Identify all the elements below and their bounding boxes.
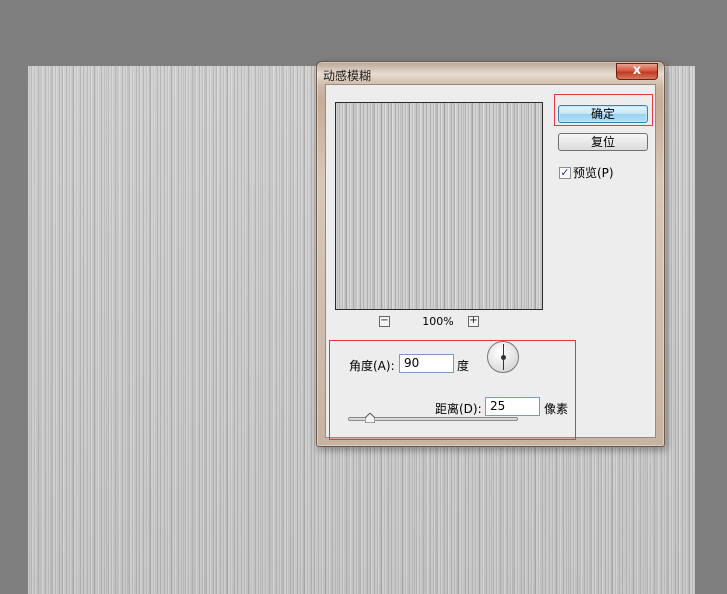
reset-button[interactable]: 复位 [558, 133, 648, 151]
close-button[interactable]: x [616, 63, 658, 80]
angle-dial-center [501, 355, 506, 360]
distance-unit: 像素 [544, 402, 569, 416]
angle-input[interactable]: 90 [399, 354, 454, 373]
distance-slider-thumb[interactable] [365, 413, 376, 423]
angle-unit: 度 [457, 359, 470, 373]
angle-label: 角度(A): [349, 359, 395, 373]
angle-dial[interactable] [487, 341, 519, 373]
distance-input[interactable]: 25 [485, 397, 540, 416]
ok-button[interactable]: 确定 [558, 105, 648, 123]
preview-checkbox[interactable]: ✓ [559, 166, 571, 179]
zoom-out-button[interactable]: − [379, 316, 390, 327]
motion-blur-dialog: 动感模糊 x − 100% + 确定 复位 ✓ 预览(P) 角度(A): 90 … [316, 61, 665, 447]
preview-toggle[interactable]: ✓ 预览(P) [559, 164, 614, 181]
dialog-title: 动感模糊 [323, 69, 372, 83]
blur-preview[interactable] [335, 102, 543, 310]
dialog-body: − 100% + 确定 复位 ✓ 预览(P) 角度(A): 90 度 距离(D)… [325, 84, 656, 440]
preview-checkbox-label: 预览(P) [573, 166, 614, 180]
distance-label: 距离(D): [435, 402, 482, 416]
zoom-level: 100% [422, 315, 454, 328]
zoom-in-button[interactable]: + [468, 316, 479, 327]
